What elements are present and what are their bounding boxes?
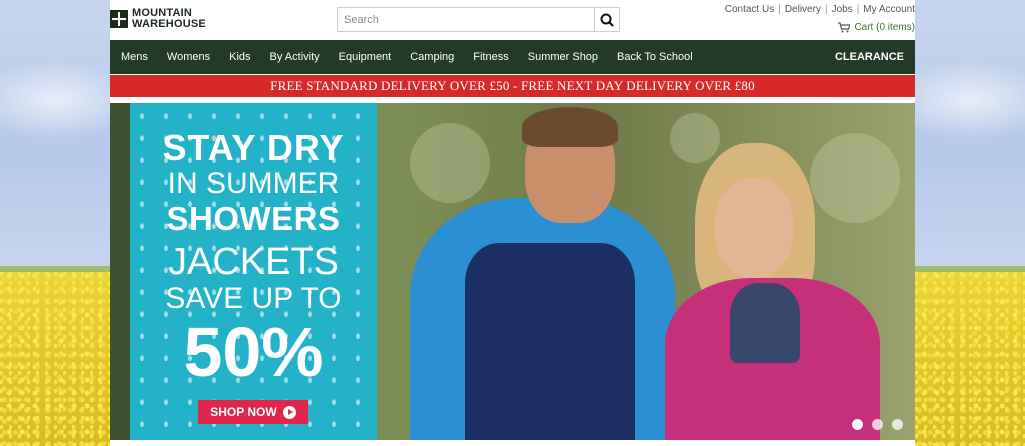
- nav-item-camping[interactable]: Camping: [410, 51, 454, 63]
- nav-item-fitness[interactable]: Fitness: [473, 51, 508, 63]
- headline-discount: 50%: [183, 313, 324, 391]
- search-button[interactable]: [594, 8, 619, 31]
- search-input[interactable]: [338, 8, 594, 31]
- shop-now-label: SHOP NOW: [210, 405, 277, 419]
- delivery-promo-banner[interactable]: FREE STANDARD DELIVERY OVER £50 - FREE N…: [110, 75, 915, 97]
- separator: |: [778, 4, 781, 15]
- cart-icon: [838, 22, 851, 33]
- search-box: [337, 7, 620, 32]
- logo-cross-icon: [110, 10, 128, 28]
- logo-text: MOUNTAIN WAREHOUSE: [132, 8, 206, 30]
- logo-line2: WAREHOUSE: [132, 18, 206, 30]
- link-contact-us[interactable]: Contact Us: [725, 4, 774, 15]
- separator: |: [856, 4, 860, 15]
- background-bokeh: [410, 123, 490, 203]
- headline-save-up-to: SAVE UP TO: [165, 282, 342, 315]
- carousel-dot-2[interactable]: [872, 419, 883, 430]
- hero-carousel[interactable]: STAY DRY IN SUMMER SHOWERS JACKETS SAVE …: [110, 103, 915, 440]
- link-my-account[interactable]: My Account: [863, 4, 915, 15]
- top-links: Contact Us | Delivery | Jobs | My Accoun…: [725, 4, 915, 15]
- separator: |: [824, 4, 828, 15]
- man-hair: [522, 107, 618, 147]
- woman-face: [715, 178, 793, 278]
- cart-label: Cart (0 items): [854, 22, 915, 33]
- main-nav: Mens Womens Kids By Activity Equipment C…: [110, 40, 915, 74]
- search-icon: [600, 13, 614, 27]
- carousel-indicators: [852, 419, 903, 430]
- headline-showers: SHOWERS: [166, 200, 341, 237]
- nav-item-back-to-school[interactable]: Back To School: [617, 51, 693, 63]
- cart-link[interactable]: Cart (0 items): [838, 22, 915, 33]
- nav-item-womens[interactable]: Womens: [167, 51, 210, 63]
- nav-item-summer-shop[interactable]: Summer Shop: [528, 51, 598, 63]
- play-icon: [282, 405, 296, 419]
- promo-panel[interactable]: STAY DRY IN SUMMER SHOWERS JACKETS SAVE …: [130, 103, 377, 440]
- nav-item-mens[interactable]: Mens: [121, 51, 148, 63]
- headline-stay-dry: STAY DRY: [162, 127, 345, 168]
- carousel-dot-1[interactable]: [852, 419, 863, 430]
- nav-item-kids[interactable]: Kids: [229, 51, 250, 63]
- link-delivery[interactable]: Delivery: [785, 4, 821, 15]
- page: MOUNTAIN WAREHOUSE Contact Us | Delivery…: [110, 0, 915, 446]
- header: MOUNTAIN WAREHOUSE Contact Us | Delivery…: [110, 0, 915, 40]
- carousel-dot-3[interactable]: [892, 419, 903, 430]
- hero-edge: [110, 103, 130, 440]
- headline-in-summer: IN SUMMER: [167, 167, 340, 200]
- promo-headline: STAY DRY IN SUMMER SHOWERS JACKETS SAVE …: [130, 103, 377, 391]
- background-bokeh: [810, 133, 900, 223]
- woman-inner-layer: [730, 283, 800, 363]
- nav-item-clearance[interactable]: CLEARANCE: [835, 40, 904, 74]
- background-field-left: [0, 0, 110, 446]
- man-jacket-panel: [465, 243, 635, 440]
- headline-jackets: JACKETS: [167, 241, 340, 283]
- shop-now-button[interactable]: SHOP NOW: [198, 400, 308, 424]
- nav-item-equipment[interactable]: Equipment: [339, 51, 392, 63]
- link-jobs[interactable]: Jobs: [832, 4, 853, 15]
- background-field-right: [915, 0, 1025, 446]
- nav-item-by-activity[interactable]: By Activity: [270, 51, 320, 63]
- background-bokeh: [670, 113, 720, 163]
- site-logo[interactable]: MOUNTAIN WAREHOUSE: [110, 8, 206, 30]
